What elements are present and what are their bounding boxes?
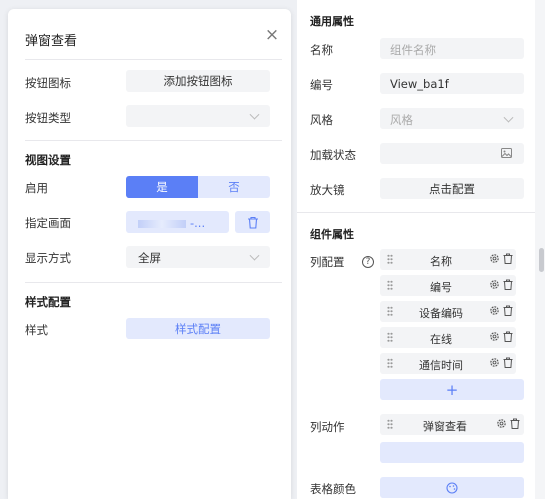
redacted-text: [138, 219, 186, 228]
column-name: 编号: [430, 281, 452, 294]
action-name: 弹窗查看: [423, 420, 467, 433]
columns-config-label: 列配置: [310, 255, 345, 269]
column-name: 在线: [430, 333, 452, 346]
target-screen-label: 指定画面: [25, 216, 71, 230]
button-icon-label: 按钮图标: [25, 76, 71, 90]
id-label: 编号: [310, 78, 333, 92]
drag-handle-icon[interactable]: [387, 280, 393, 290]
magnifier-label: 放大镜: [310, 183, 345, 197]
column-name: 设备编码: [419, 307, 463, 320]
chevron-down-icon: [249, 109, 260, 120]
style-config-heading: 样式配置: [25, 295, 71, 309]
drag-handle-icon[interactable]: [387, 358, 393, 368]
column-name: 通信时间: [419, 359, 463, 372]
enable-toggle: 是 否: [126, 176, 270, 198]
trash-icon[interactable]: [503, 279, 513, 290]
column-item[interactable]: 在线: [380, 327, 516, 348]
theme-select[interactable]: 风格: [380, 108, 524, 129]
column-item[interactable]: 通信时间: [380, 353, 516, 374]
target-screen-value: -...: [190, 216, 206, 230]
name-label: 名称: [310, 43, 333, 57]
component-properties-heading: 组件属性: [310, 228, 354, 241]
button-type-label: 按钮类型: [25, 111, 71, 125]
close-icon[interactable]: ×: [264, 27, 280, 44]
help-icon[interactable]: ?: [362, 256, 374, 268]
gear-icon[interactable]: [489, 305, 500, 316]
display-mode-label: 显示方式: [25, 251, 71, 265]
property-panel: 通用属性 名称 组件名称 编号 View_ba1f 风格 风格 加载状态 放大镜…: [297, 0, 535, 499]
drag-handle-icon[interactable]: [387, 419, 393, 429]
id-input[interactable]: View_ba1f: [380, 73, 524, 94]
trash-icon[interactable]: [503, 253, 513, 264]
divider: [25, 140, 282, 141]
popup-dialog: 弹窗查看 × 按钮图标 添加按钮图标 按钮类型 视图设置 启用 是 否 指定画面…: [8, 9, 291, 499]
column-item[interactable]: 编号: [380, 275, 516, 296]
add-action-button[interactable]: [380, 442, 524, 463]
style-label: 样式: [25, 323, 48, 337]
loading-state-picker[interactable]: [380, 143, 524, 164]
column-name: 名称: [430, 255, 452, 268]
add-button-icon-button[interactable]: 添加按钮图标: [126, 70, 270, 92]
table-color-button[interactable]: [380, 477, 524, 498]
palette-icon: [446, 481, 458, 494]
gear-icon[interactable]: [489, 357, 500, 368]
column-actions-label: 列动作: [310, 420, 345, 434]
drag-handle-icon[interactable]: [387, 254, 393, 264]
action-item[interactable]: 弹窗查看: [380, 414, 524, 435]
theme-placeholder: 风格: [390, 113, 413, 127]
gear-icon[interactable]: [489, 331, 500, 342]
button-type-select[interactable]: [126, 105, 270, 127]
gear-icon[interactable]: [496, 418, 507, 429]
trash-icon[interactable]: [503, 331, 513, 342]
enable-label: 启用: [25, 181, 48, 195]
chevron-down-icon: [503, 112, 514, 123]
target-screen-field[interactable]: -...: [126, 211, 229, 233]
enable-no-option[interactable]: 否: [198, 176, 270, 198]
chevron-down-icon: [249, 250, 260, 261]
scrollbar-thumb[interactable]: [539, 248, 544, 272]
name-placeholder: 组件名称: [390, 43, 436, 57]
add-column-button[interactable]: +: [380, 379, 524, 400]
theme-label: 风格: [310, 113, 333, 127]
trash-icon[interactable]: [503, 305, 513, 316]
divider: [25, 59, 282, 60]
trash-icon[interactable]: [510, 418, 520, 429]
display-mode-select[interactable]: 全屏: [126, 246, 270, 268]
loading-state-label: 加载状态: [310, 148, 356, 162]
id-value: View_ba1f: [390, 77, 449, 91]
enable-yes-option[interactable]: 是: [126, 176, 198, 198]
display-mode-value: 全屏: [138, 251, 161, 265]
trash-icon: [247, 216, 258, 229]
column-item[interactable]: 名称: [380, 249, 516, 270]
divider: [25, 282, 282, 283]
trash-icon[interactable]: [503, 357, 513, 368]
general-properties-heading: 通用属性: [310, 15, 354, 28]
gear-icon[interactable]: [489, 253, 500, 264]
view-settings-heading: 视图设置: [25, 153, 71, 167]
table-color-label: 表格颜色: [310, 482, 356, 496]
drag-handle-icon[interactable]: [387, 306, 393, 316]
name-input[interactable]: 组件名称: [380, 38, 524, 59]
delete-target-button[interactable]: [235, 211, 270, 233]
divider: [297, 212, 535, 213]
popup-title: 弹窗查看: [25, 34, 78, 49]
style-config-button[interactable]: 样式配置: [126, 318, 270, 339]
column-item[interactable]: 设备编码: [380, 301, 516, 322]
magnifier-config-button[interactable]: 点击配置: [380, 178, 524, 199]
drag-handle-icon[interactable]: [387, 332, 393, 342]
gear-icon[interactable]: [489, 279, 500, 290]
image-icon: [501, 148, 512, 158]
